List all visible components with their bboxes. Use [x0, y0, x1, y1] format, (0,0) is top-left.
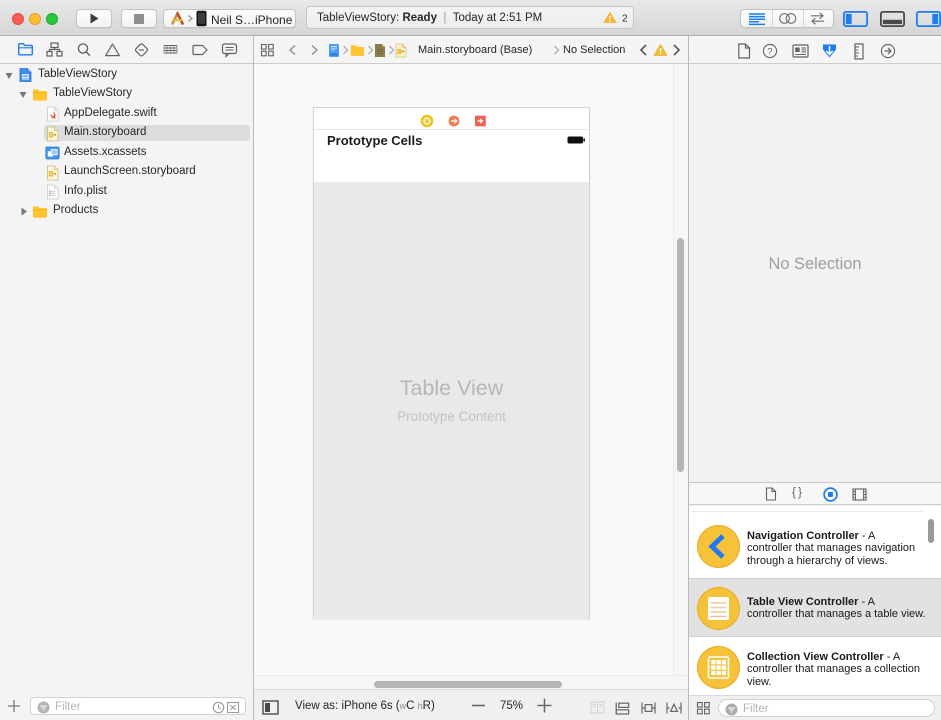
svg-text:2: 2 — [622, 14, 628, 25]
svg-text:?: ? — [767, 46, 772, 57]
